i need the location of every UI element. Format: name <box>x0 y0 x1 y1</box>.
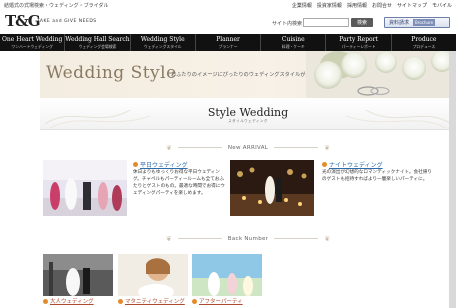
after-party-photo[interactable] <box>192 254 262 296</box>
nav-item-label: One Heart Wedding <box>1 35 63 43</box>
header: T&G TAKE and GIVE NEEDS サイト内検索 検索 資料請求 B… <box>0 10 456 34</box>
request-brochure-button[interactable]: 資料請求 Brochure <box>384 17 450 28</box>
card-description: 光の演出が幻想的なロマンティックナイト。会社帰りのゲストも招待すればより一層楽し… <box>322 170 432 182</box>
nav-item-label: Wedding Hall Search <box>65 35 130 43</box>
site-logo[interactable]: T&G <box>5 12 41 30</box>
card-title-link[interactable]: 平日ウェディング <box>133 160 188 169</box>
nav-item-sublabel: ウェディング会場検索 <box>78 43 117 49</box>
nav-item-label: Wedding Style <box>140 35 185 43</box>
nav-item-sublabel: ウェディングスタイル <box>143 43 182 49</box>
new-arrival-label: New ARRIVAL <box>227 144 269 151</box>
back-number-link[interactable]: アフターパーティ <box>192 297 243 305</box>
utility-link-investors[interactable]: 投資家情報 <box>317 2 342 9</box>
new-arrival-card: 平日ウェディング 休日よりもゆっくりお得な平日ウェディング。チャペルもパーティー… <box>43 160 230 220</box>
nav-item-sublabel: プランナー <box>218 43 238 49</box>
nav-item-party-report[interactable]: Party Report パーティーレポート <box>326 34 392 51</box>
nav-item-cuisine[interactable]: Cuisine 料理・ケーキ <box>261 34 327 51</box>
search-button[interactable]: 検索 <box>351 18 373 27</box>
maternity-wedding-photo[interactable] <box>118 254 188 296</box>
site-tagline: 結婚式の式場検索・ウェディング・ブライダル <box>4 2 109 9</box>
top-bar: 結婚式の式場検索・ウェディング・ブライダル 企業情報 投資家情報 採用情報 お問… <box>0 0 456 10</box>
back-number-title: アフターパーティ <box>199 299 243 305</box>
nav-item-sublabel: プロデュース <box>412 43 436 49</box>
ornament-icon: ❦ <box>324 143 331 152</box>
hero-banner: Wedding Style おふたりのイメージにぴったりのウェディングスタイルが… <box>40 51 456 98</box>
utility-link-company[interactable]: 企業情報 <box>292 2 312 9</box>
card-description: 休日よりもゆっくりお得な平日ウェディング。チャペルもパーティールームも全ておふた… <box>133 170 225 196</box>
hero-title: Wedding Style <box>46 63 177 83</box>
section-title: Style Wedding <box>207 106 289 119</box>
utility-link-recruit[interactable]: 採用情報 <box>347 2 367 9</box>
nav-item-one-heart-wedding[interactable]: One Heart Wedding ワンハートウェディング <box>0 34 66 51</box>
nav-item-planner[interactable]: Planner プランナー <box>196 34 262 51</box>
search-label: サイト内検索 <box>272 21 303 27</box>
card-title-text: 平日ウェディング <box>140 162 188 169</box>
back-number-label: Back Number <box>227 235 269 242</box>
nav-item-sublabel: ワンハートウェディング <box>11 43 53 49</box>
flowers-rings-image <box>306 51 456 98</box>
section-subtitle: スタイルウェディング <box>228 119 268 123</box>
nav-item-sublabel: 料理・ケーキ <box>281 43 305 49</box>
new-arrival-card: ナイトウェディング 光の演出が幻想的なロマンティックナイト。会社帰りのゲストも招… <box>230 160 445 220</box>
bullet-icon <box>118 298 123 304</box>
adult-wedding-photo[interactable] <box>43 254 113 296</box>
utility-link-sitemap[interactable]: サイトマップ <box>397 2 427 9</box>
style-wedding-banner: Style Wedding スタイルウェディング <box>40 98 456 130</box>
back-number-header: ❦ Back Number ❦ <box>40 234 456 243</box>
request-button-label: 資料請求 <box>389 20 410 26</box>
divider <box>274 238 319 239</box>
ornament-icon: ❦ <box>165 234 172 243</box>
utility-link-mobile[interactable]: モバイル <box>432 2 452 9</box>
logo-subtitle: TAKE and GIVE NEEDS <box>37 19 97 24</box>
night-wedding-photo[interactable] <box>230 160 314 216</box>
bullet-icon <box>192 298 197 304</box>
back-number-title: マタニティウェディング <box>125 299 185 305</box>
new-arrival-header: ❦ New ARRIVAL ❦ <box>40 143 456 152</box>
main-nav: One Heart Wedding ワンハートウェディング Wedding Ha… <box>0 34 456 51</box>
nav-item-label: Planner <box>216 35 240 43</box>
bullet-icon <box>43 298 48 304</box>
bullet-icon <box>133 162 138 167</box>
nav-item-wedding-hall-search[interactable]: Wedding Hall Search ウェディング会場検索 <box>65 34 131 51</box>
ornament-icon: ❦ <box>324 234 331 243</box>
scrollbar[interactable] <box>449 51 456 308</box>
nav-item-label: Cuisine <box>281 35 305 43</box>
search-input[interactable] <box>303 18 349 27</box>
back-number-title: 大人ウェディング <box>50 299 94 305</box>
divider <box>177 238 222 239</box>
nav-item-sublabel: パーティーレポート <box>341 43 376 49</box>
nav-item-label: Produce <box>411 35 437 43</box>
card-title-text: ナイトウェディング <box>329 162 383 169</box>
weekday-wedding-photo[interactable] <box>43 160 127 216</box>
bullet-icon <box>322 162 327 167</box>
divider <box>274 147 319 148</box>
nav-item-wedding-style[interactable]: Wedding Style ウェディングスタイル <box>131 34 196 51</box>
utility-link-contact[interactable]: お問合せ <box>372 2 392 9</box>
nav-item-produce[interactable]: Produce プロデュース <box>392 34 456 51</box>
card-title-link[interactable]: ナイトウェディング <box>322 160 383 169</box>
utility-links: 企業情報 投資家情報 採用情報 お問合せ サイトマップ モバイル <box>292 2 452 9</box>
request-button-en-label: Brochure <box>413 19 436 26</box>
nav-item-label: Party Report <box>339 35 378 43</box>
divider <box>177 147 222 148</box>
ornament-icon: ❦ <box>165 143 172 152</box>
back-number-link[interactable]: 大人ウェディング <box>43 297 94 305</box>
back-number-link[interactable]: マタニティウェディング <box>118 297 185 305</box>
